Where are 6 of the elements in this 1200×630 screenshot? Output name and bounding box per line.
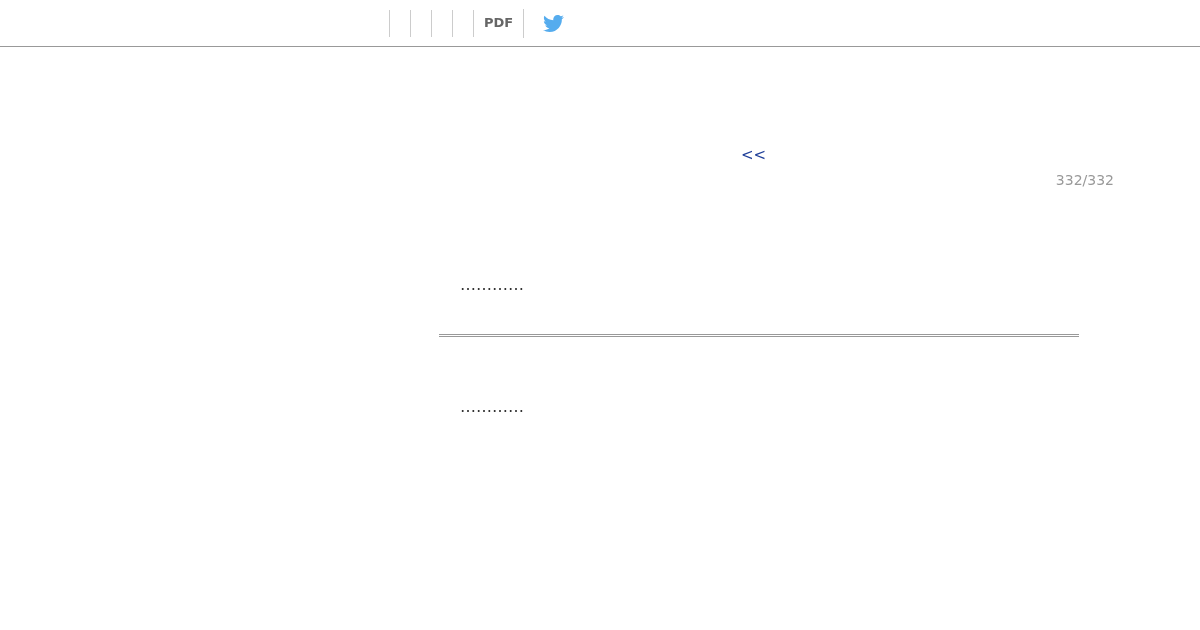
page-counter: 332/332 [1055, 171, 1114, 189]
back-link[interactable]: << [741, 146, 767, 164]
pdf-link[interactable]: PDF [484, 15, 514, 31]
bird-icon[interactable] [541, 12, 567, 34]
ellipsis-text: ………… [460, 397, 524, 416]
ellipsis-text: ………… [460, 275, 524, 294]
